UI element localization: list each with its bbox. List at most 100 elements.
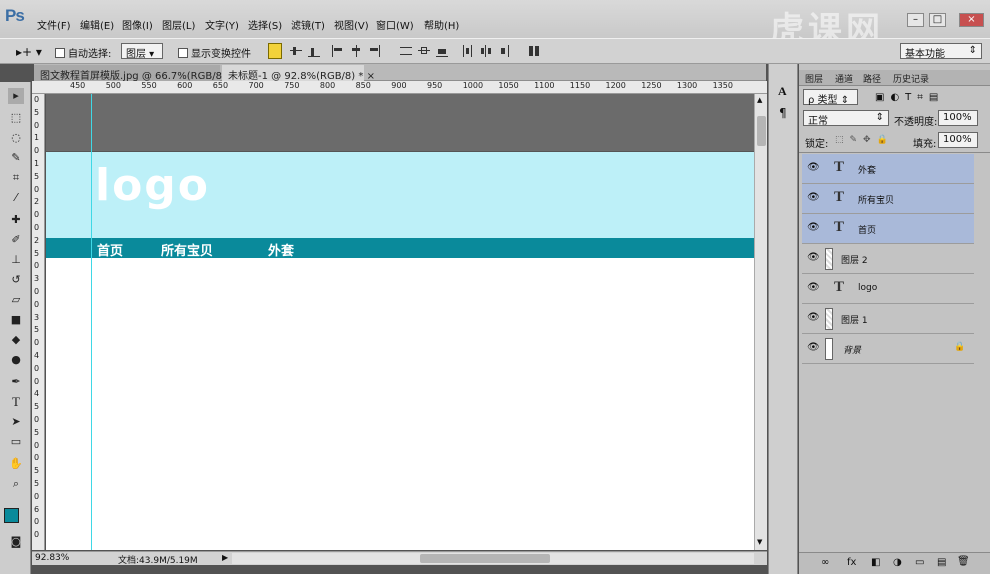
menu-filter[interactable]: 滤镜(T) <box>291 17 325 32</box>
align-vertical-centers-icon[interactable] <box>290 45 302 57</box>
new-layer-icon[interactable]: ▤ <box>937 557 946 568</box>
gradient-tool-icon[interactable]: ■ <box>8 312 24 328</box>
pen-tool-icon[interactable]: ✒ <box>8 374 24 390</box>
maximize-button[interactable]: □ <box>929 13 946 27</box>
menu-image[interactable]: 图像(I) <box>122 17 153 32</box>
align-bottom-edges-icon[interactable] <box>308 45 320 57</box>
horizontal-scrollbar[interactable] <box>232 553 754 564</box>
add-mask-icon[interactable]: ◧ <box>871 557 880 568</box>
visibility-eye-icon[interactable]: 👁 <box>807 342 820 353</box>
lock-icons[interactable]: ⬚✎✥🔒 <box>835 135 894 145</box>
vertical-scrollbar[interactable]: ▲ ▼ <box>754 94 767 550</box>
distribute-right-icon[interactable] <box>498 45 510 57</box>
move-tool-icon[interactable]: ▸+ ▾ <box>16 45 42 59</box>
layer-row-background[interactable]: 👁 背景 🔒 <box>802 334 974 364</box>
layer-kind-filter[interactable]: ρ 类型 ⇕ <box>803 89 858 106</box>
marquee-tool-icon[interactable]: ⬚ <box>8 110 24 126</box>
layer-row-layer-2[interactable]: 👁 图层 2 <box>802 244 974 274</box>
menu-help[interactable]: 帮助(H) <box>424 17 459 32</box>
crop-tool-icon[interactable]: ⌗ <box>8 170 24 186</box>
visibility-eye-icon[interactable]: 👁 <box>807 192 820 203</box>
filter-icons[interactable]: ▣◐T⌗▤ <box>875 92 944 103</box>
align-right-edges-icon[interactable] <box>368 45 380 57</box>
distribute-vcenter-icon[interactable] <box>418 45 430 57</box>
history-brush-tool-icon[interactable]: ↺ <box>8 272 24 288</box>
delete-layer-icon[interactable]: 🗑 <box>957 556 970 567</box>
eyedropper-tool-icon[interactable]: ⁄ <box>8 190 24 206</box>
foreground-color-swatch[interactable] <box>4 508 19 523</box>
eraser-tool-icon[interactable]: ▱ <box>8 292 24 308</box>
move-tool-icon[interactable]: ▸ <box>8 88 24 104</box>
minimize-button[interactable]: – <box>907 13 924 27</box>
distribute-top-icon[interactable] <box>400 45 412 57</box>
visibility-eye-icon[interactable]: 👁 <box>807 252 820 263</box>
menu-window[interactable]: 窗口(W) <box>376 17 414 32</box>
quick-select-tool-icon[interactable]: ✎ <box>8 150 24 166</box>
vertical-guide[interactable] <box>91 94 92 550</box>
hand-tool-icon[interactable]: ✋ <box>8 456 24 472</box>
opacity-input[interactable]: 100% <box>938 110 978 126</box>
character-panel-icon[interactable]: A <box>778 84 787 99</box>
rectangle-tool-icon[interactable]: ▭ <box>8 434 24 450</box>
adjustment-layer-icon[interactable]: ◑ <box>893 557 902 568</box>
visibility-eye-icon[interactable]: 👁 <box>807 312 820 323</box>
align-horizontal-centers-icon[interactable] <box>350 45 362 57</box>
blur-tool-icon[interactable]: ◆ <box>8 332 24 348</box>
show-transform-checkbox[interactable]: 显示变换控件 <box>178 45 251 60</box>
menu-view[interactable]: 视图(V) <box>334 17 369 32</box>
close-button[interactable]: × <box>959 13 984 27</box>
document-canvas[interactable]: logo 首页 所有宝贝 外套 <box>46 94 754 550</box>
path-select-tool-icon[interactable]: ➤ <box>8 414 24 430</box>
tab-history[interactable]: 历史记录 <box>893 72 929 85</box>
menu-select[interactable]: 选择(S) <box>248 17 282 32</box>
tab-untitled-doc[interactable]: 未标题-1 @ 92.8%(RGB/8) * × <box>222 65 375 82</box>
tab-template-doc[interactable]: 图文教程首屏模版.jpg @ 66.7%(RGB/8) × <box>34 65 237 82</box>
ruler-tick-label: 950 <box>427 81 443 90</box>
distribute-bottom-icon[interactable] <box>436 45 448 57</box>
menu-layer[interactable]: 图层(L) <box>162 17 195 32</box>
layer-name: 图层 1 <box>841 316 868 326</box>
scroll-down-icon[interactable]: ▼ <box>757 538 762 546</box>
quick-mask-icon[interactable]: ◙ <box>8 534 24 550</box>
align-top-edges-icon[interactable] <box>268 43 282 59</box>
tab-layers[interactable]: 图层 <box>805 72 823 85</box>
status-menu-arrow-icon[interactable]: ▶ <box>222 553 228 562</box>
workspace-dropdown[interactable]: 基本功能 ⇕ <box>900 43 982 60</box>
menu-file[interactable]: 文件(F) <box>37 17 71 32</box>
tab-channels[interactable]: 通道 <box>835 72 853 85</box>
auto-select-checkbox[interactable]: 自动选择: <box>55 45 111 60</box>
lasso-tool-icon[interactable]: ◌ <box>8 130 24 146</box>
vertical-scroll-thumb[interactable] <box>757 116 766 146</box>
layer-row-all-products[interactable]: 👁 T 所有宝贝 <box>802 184 974 214</box>
visibility-eye-icon[interactable]: 👁 <box>807 282 820 293</box>
horizontal-scroll-thumb[interactable] <box>420 554 550 563</box>
link-layers-icon[interactable]: ∞ <box>821 557 829 568</box>
layer-row-layer-1[interactable]: 👁 图层 1 <box>802 304 974 334</box>
scroll-up-icon[interactable]: ▲ <box>757 96 762 104</box>
clone-stamp-tool-icon[interactable]: ⊥ <box>8 252 24 268</box>
zoom-level[interactable]: 92.83% <box>35 553 69 563</box>
distribute-left-icon[interactable] <box>462 45 474 57</box>
tab-paths[interactable]: 路径 <box>863 72 881 85</box>
layer-row-home[interactable]: 👁 T 首页 <box>802 214 974 244</box>
auto-select-dropdown[interactable]: 图层 ▾ <box>121 43 163 60</box>
distribute-hcenter-icon[interactable] <box>480 45 492 57</box>
visibility-eye-icon[interactable]: 👁 <box>807 162 820 173</box>
paragraph-panel-icon[interactable]: ¶ <box>779 106 787 120</box>
visibility-eye-icon[interactable]: 👁 <box>807 222 820 233</box>
type-tool-icon[interactable]: T <box>8 394 24 410</box>
menu-type[interactable]: 文字(Y) <box>205 17 239 32</box>
dodge-tool-icon[interactable]: ● <box>8 352 24 368</box>
align-left-edges-icon[interactable] <box>332 45 344 57</box>
layer-row-outerwear[interactable]: 👁 T 外套 <box>802 154 974 184</box>
auto-align-icon[interactable] <box>528 45 540 57</box>
new-group-icon[interactable]: ▭ <box>915 557 924 568</box>
brush-tool-icon[interactable]: ✐ <box>8 232 24 248</box>
layer-style-icon[interactable]: fx <box>847 557 856 568</box>
layer-row-logo[interactable]: 👁 T logo <box>802 274 974 304</box>
zoom-tool-icon[interactable]: ⌕ <box>8 476 24 492</box>
menu-edit[interactable]: 编辑(E) <box>80 17 114 32</box>
blend-mode-dropdown[interactable]: 正常 ⇕ <box>803 110 889 127</box>
healing-brush-tool-icon[interactable]: ✚ <box>8 212 24 228</box>
fill-input[interactable]: 100% <box>938 132 978 148</box>
